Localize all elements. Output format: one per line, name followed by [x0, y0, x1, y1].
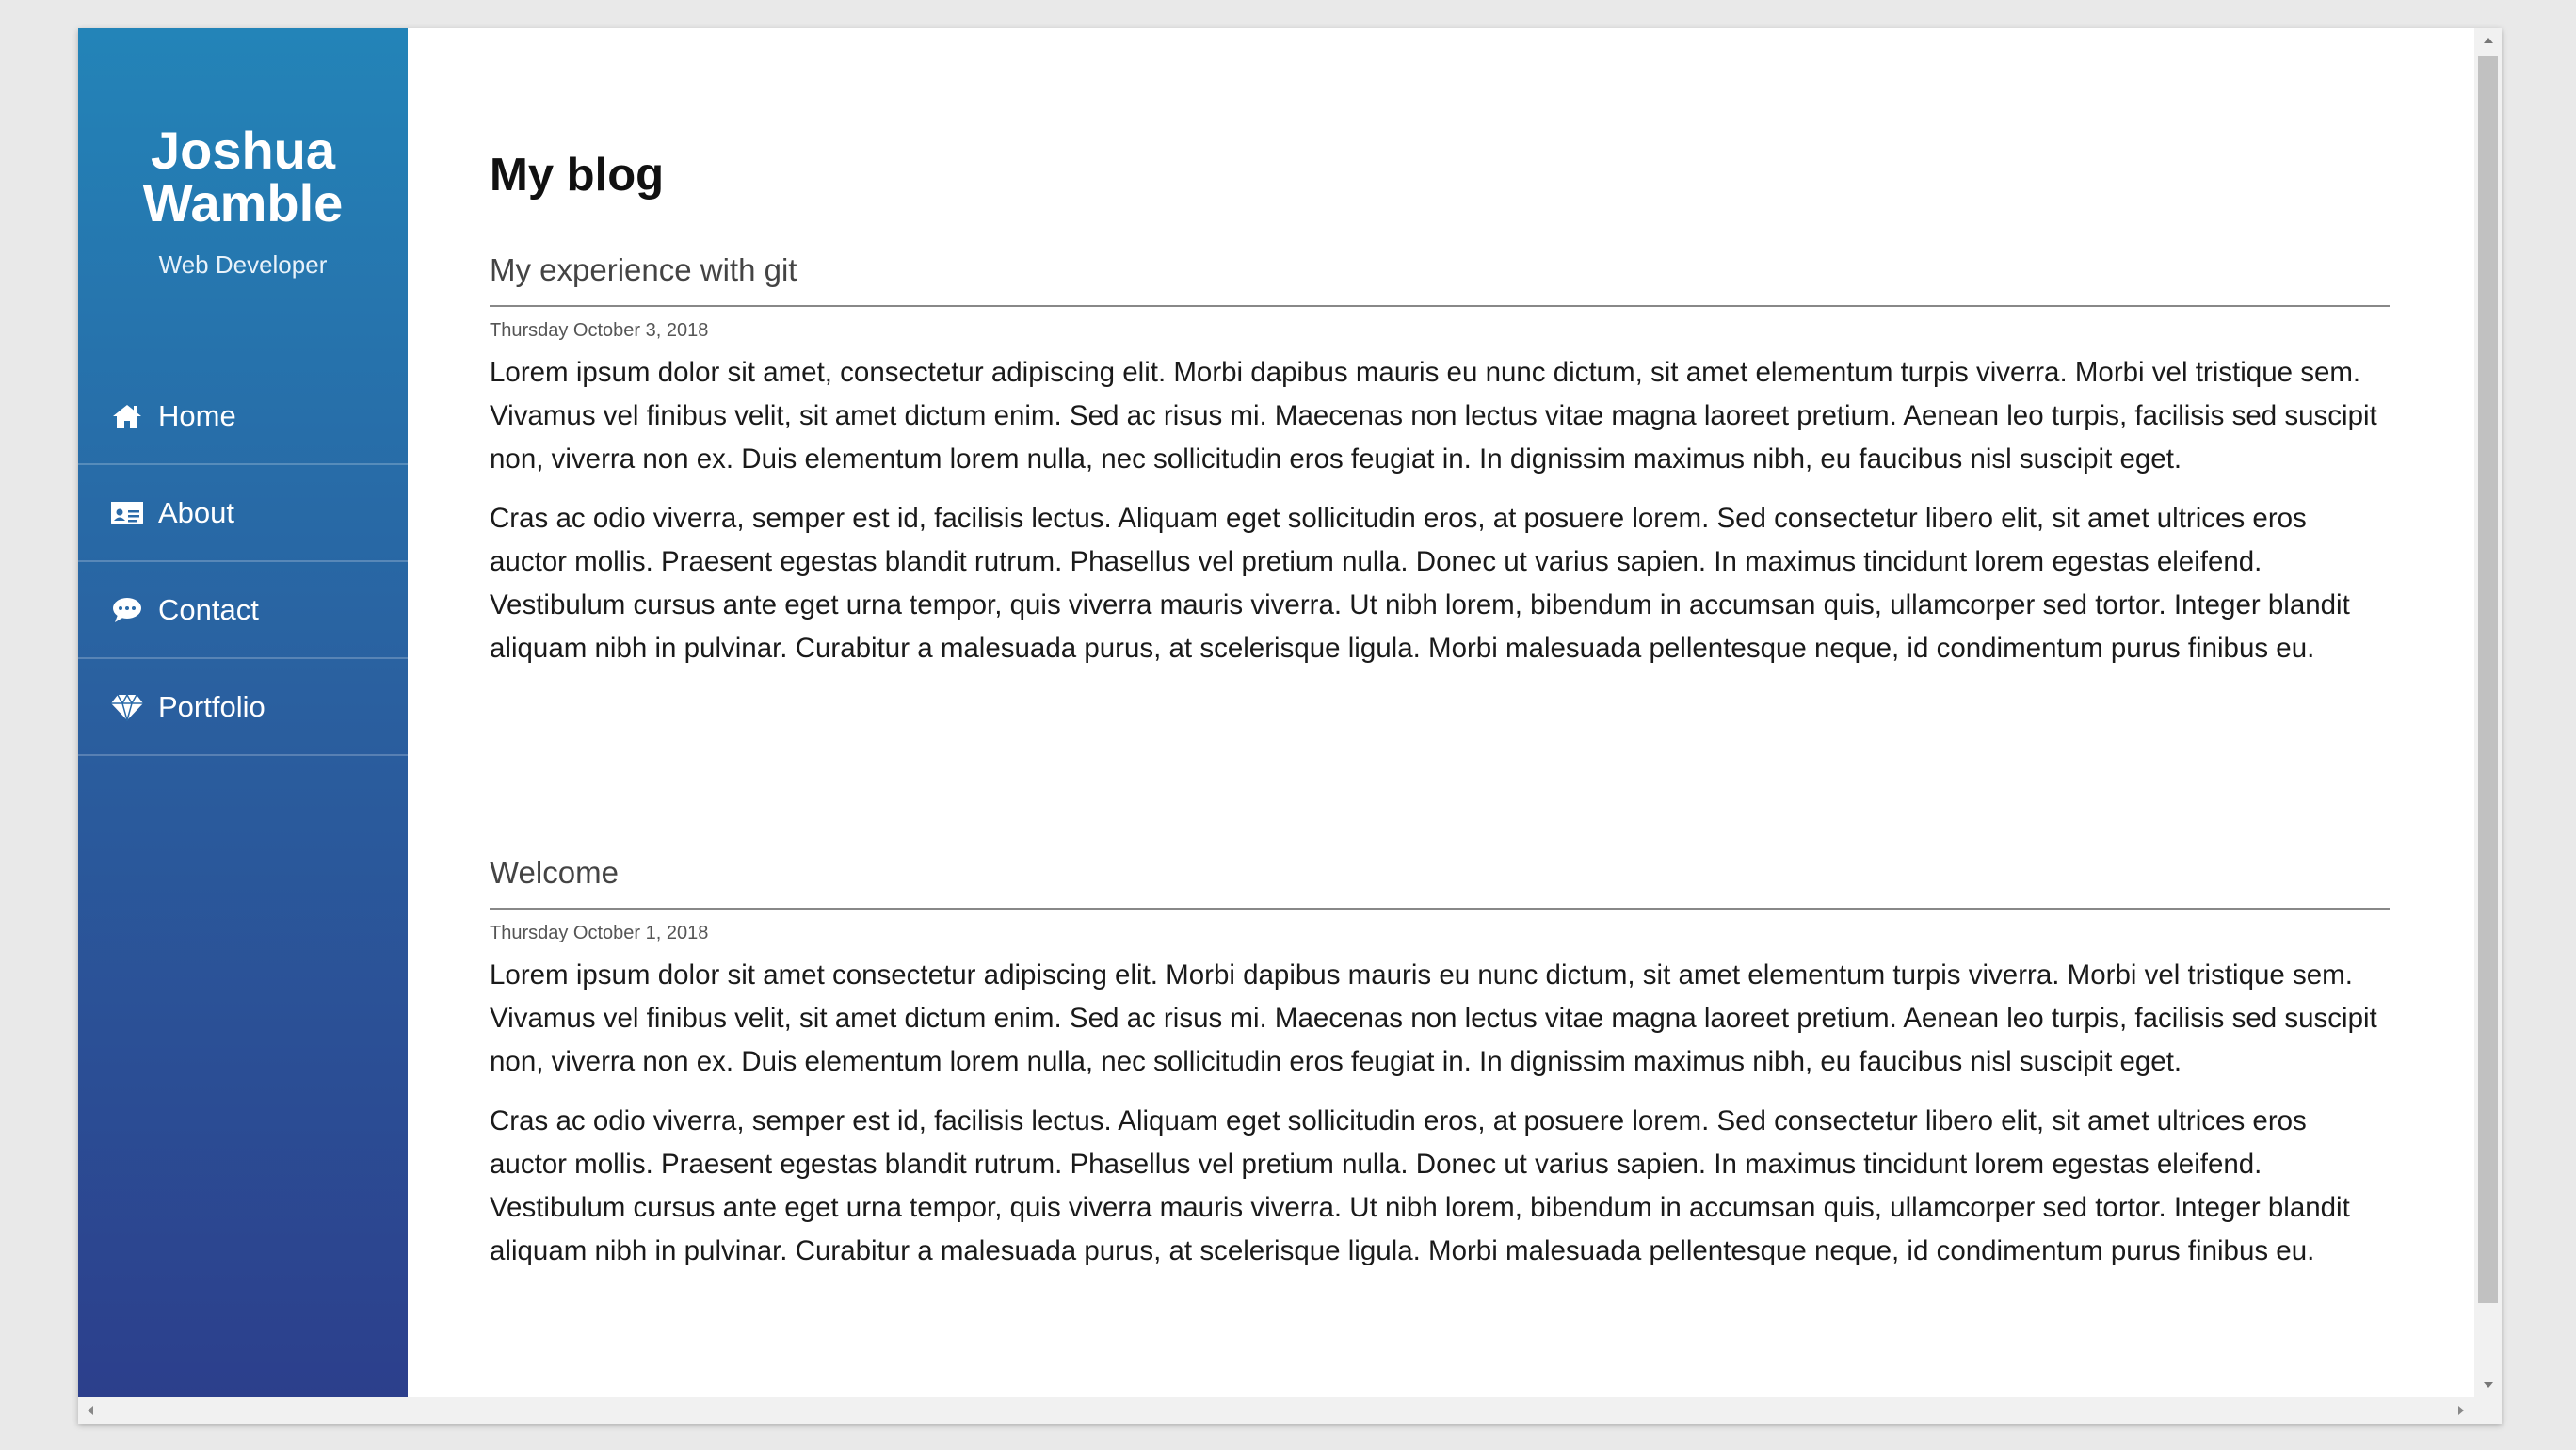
vertical-scrollbar-thumb[interactable] — [2478, 56, 2498, 1303]
site-owner-name[interactable]: Joshua Wamble — [78, 124, 408, 230]
sidebar-item-label: Home — [158, 398, 236, 432]
horizontal-scrollbar[interactable] — [78, 1397, 2502, 1424]
diamond-icon — [109, 689, 145, 725]
blog-post: My experience with git Thursday October … — [490, 252, 2390, 670]
post-paragraph: Lorem ipsum dolor sit amet, consectetur … — [490, 357, 2377, 475]
main-content: My blog My experience with git Thursday … — [408, 28, 2474, 1397]
sidebar-item-label: About — [158, 495, 235, 529]
post-title[interactable]: Welcome — [490, 855, 2390, 910]
site-subtitle: Web Developer — [158, 250, 328, 279]
name-line-2: Wamble — [142, 173, 344, 233]
scroll-up-icon[interactable] — [2484, 38, 2493, 43]
post-date: Thursday October 1, 2018 — [490, 923, 709, 943]
scroll-down-icon[interactable] — [2484, 1382, 2493, 1388]
sidebar-item-home[interactable]: Home — [78, 368, 408, 465]
post-paragraph: Cras ac odio viverra, semper est id, fac… — [490, 1105, 2350, 1266]
home-icon — [109, 398, 145, 434]
sidebar-item-portfolio[interactable]: Portfolio — [78, 659, 408, 756]
sidebar-item-label: Contact — [158, 592, 259, 626]
vertical-scrollbar[interactable] — [2474, 28, 2502, 1397]
id-card-icon — [109, 495, 145, 531]
name-line-1: Joshua — [150, 121, 336, 180]
post-title[interactable]: My experience with git — [490, 252, 2390, 307]
blog-post: Welcome Thursday October 1, 2018 Lorem i… — [490, 855, 2390, 1273]
post-date: Thursday October 3, 2018 — [490, 320, 709, 341]
page-title: My blog — [490, 150, 665, 201]
sidebar-item-contact[interactable]: Contact — [78, 562, 408, 659]
sidebar-item-label: Portfolio — [158, 689, 266, 723]
post-paragraph: Lorem ipsum dolor sit amet consectetur a… — [490, 959, 2377, 1077]
brand: Joshua Wamble Web Developer — [78, 28, 408, 280]
scroll-right-icon[interactable] — [2458, 1406, 2464, 1415]
scroll-left-icon[interactable] — [88, 1406, 93, 1415]
sidebar: Joshua Wamble Web Developer Home About C… — [78, 28, 408, 1397]
chat-bubble-icon — [109, 592, 145, 628]
sidebar-nav: Home About Contact Portfolio — [78, 368, 408, 756]
post-paragraph: Cras ac odio viverra, semper est id, fac… — [490, 503, 2350, 664]
browser-window: Joshua Wamble Web Developer Home About C… — [78, 28, 2502, 1424]
sidebar-item-about[interactable]: About — [78, 465, 408, 562]
